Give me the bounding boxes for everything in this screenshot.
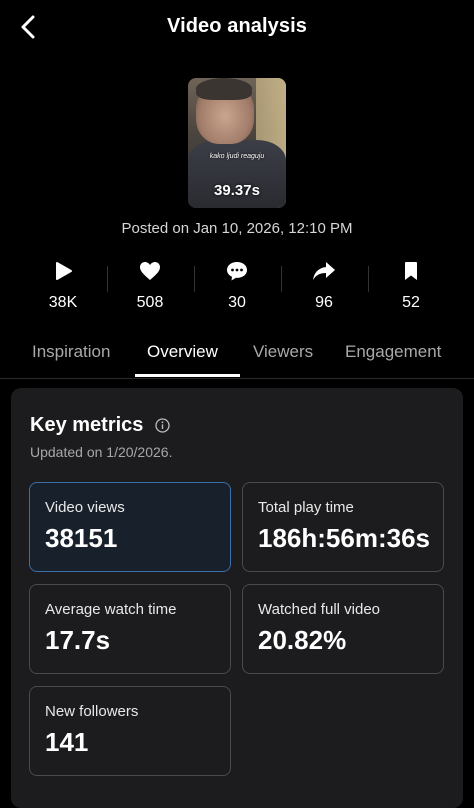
video-thumbnail[interactable]: kako ljudi reaguju 39.37s — [188, 78, 286, 208]
tab-bar: Inspiration Overview Viewers Engagement — [0, 330, 474, 379]
comment-icon — [227, 262, 247, 281]
stat-shares: 96 — [281, 256, 367, 320]
key-metrics-title: Key metrics — [30, 414, 144, 436]
tab-overview[interactable]: Overview — [147, 342, 218, 362]
stat-likes: 508 — [107, 256, 193, 320]
tab-inspiration[interactable]: Inspiration — [32, 342, 110, 362]
play-icon — [56, 262, 72, 280]
stats-row: 38K 508 30 96 52 — [0, 256, 474, 320]
key-metrics-card: Key metrics Updated on 1/20/2026. Video … — [11, 388, 463, 808]
heart-icon — [140, 262, 160, 280]
stat-comments: 30 — [194, 256, 280, 320]
metric-new-followers[interactable]: New followers 141 — [29, 686, 231, 776]
info-icon[interactable] — [155, 418, 170, 433]
metric-average-watch-time[interactable]: Average watch time 17.7s — [29, 584, 231, 674]
metric-total-play-time[interactable]: Total play time 186h:56m:36s — [242, 482, 444, 572]
share-icon — [313, 262, 335, 280]
header: Video analysis — [0, 0, 474, 56]
stat-saves: 52 — [368, 256, 454, 320]
posted-date: Posted on Jan 10, 2026, 12:10 PM — [121, 220, 353, 237]
tab-viewers[interactable]: Viewers — [253, 342, 313, 362]
video-caption: kako ljudi reaguju — [209, 153, 265, 160]
page-title: Video analysis — [167, 15, 307, 37]
updated-date: Updated on 1/20/2026. — [30, 444, 173, 460]
metric-video-views[interactable]: Video views 38151 — [29, 482, 231, 572]
bookmark-icon — [405, 262, 417, 280]
active-tab-indicator — [135, 374, 240, 377]
metric-watched-full-video[interactable]: Watched full video 20.82% — [242, 584, 444, 674]
video-duration: 39.37s — [214, 182, 260, 199]
stat-plays: 38K — [20, 256, 106, 320]
tab-engagement[interactable]: Engagement — [345, 342, 441, 362]
